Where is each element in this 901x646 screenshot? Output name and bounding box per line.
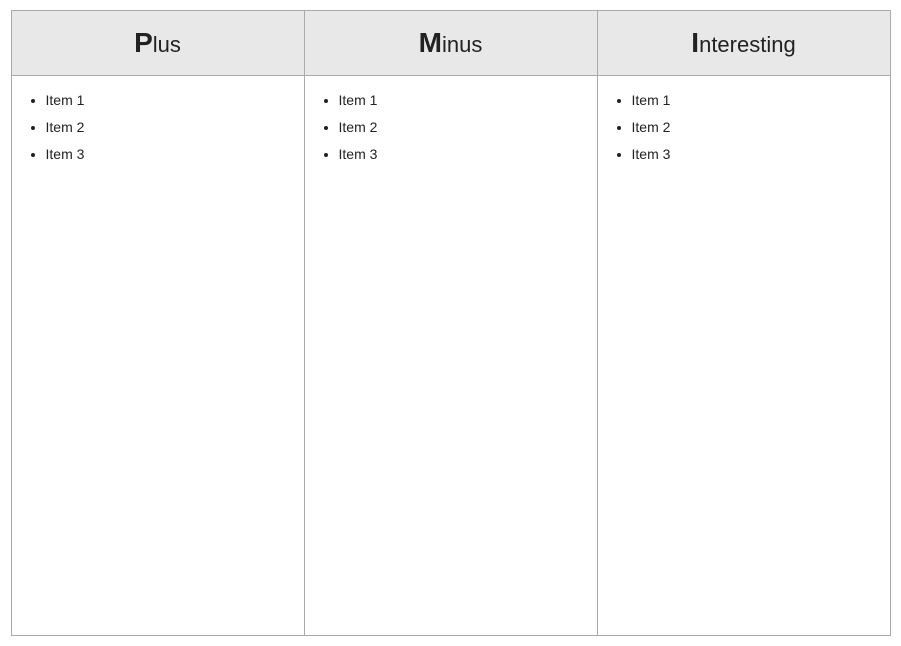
plus-cell: Item 1 Item 2 Item 3 — [11, 76, 304, 636]
interesting-first-letter: I — [691, 27, 699, 58]
list-item: Item 2 — [339, 115, 587, 140]
plus-first-letter: P — [134, 27, 153, 58]
list-item: Item 3 — [339, 142, 587, 167]
minus-cell: Item 1 Item 2 Item 3 — [304, 76, 597, 636]
header-row: Plus Minus Interesting — [11, 11, 890, 76]
list-item: Item 3 — [46, 142, 294, 167]
minus-label-rest: inus — [442, 32, 482, 57]
list-item: Item 2 — [46, 115, 294, 140]
interesting-cell: Item 1 Item 2 Item 3 — [597, 76, 890, 636]
interesting-label-rest: nteresting — [699, 32, 796, 57]
content-row: Item 1 Item 2 Item 3 Item 1 Item 2 Item … — [11, 76, 890, 636]
list-item: Item 1 — [46, 88, 294, 113]
plus-header: Plus — [11, 11, 304, 76]
pmi-table: Plus Minus Interesting Item 1 Item 2 Ite… — [11, 10, 891, 636]
list-item: Item 3 — [632, 142, 880, 167]
plus-list: Item 1 Item 2 Item 3 — [28, 88, 294, 168]
plus-label-rest: lus — [153, 32, 181, 57]
minus-header: Minus — [304, 11, 597, 76]
minus-first-letter: M — [419, 27, 442, 58]
list-item: Item 1 — [632, 88, 880, 113]
list-item: Item 1 — [339, 88, 587, 113]
interesting-list: Item 1 Item 2 Item 3 — [614, 88, 880, 168]
minus-list: Item 1 Item 2 Item 3 — [321, 88, 587, 168]
interesting-header: Interesting — [597, 11, 890, 76]
list-item: Item 2 — [632, 115, 880, 140]
